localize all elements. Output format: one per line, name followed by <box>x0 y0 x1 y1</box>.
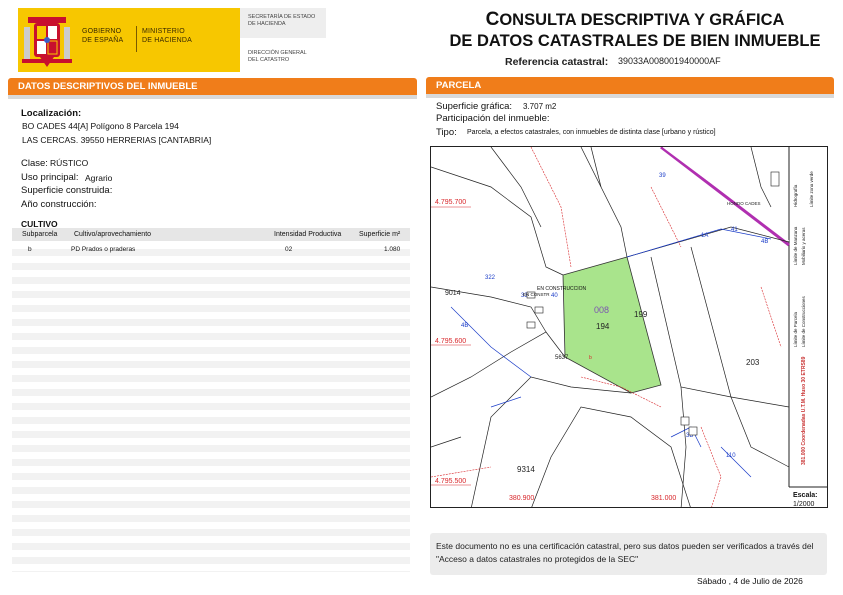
svg-text:110: 110 <box>726 453 736 459</box>
svg-text:4B: 4B <box>761 239 768 245</box>
section-underline-right <box>426 94 834 98</box>
svg-text:41: 41 <box>731 227 738 233</box>
legend-parcela: Límite de Parcela <box>793 311 798 347</box>
section-underline <box>8 95 417 99</box>
page-title: CONSULTA DESCRIPTIVA Y GRÁFICA DE DATOS … <box>449 9 821 50</box>
clase-label: Clase: <box>21 158 48 169</box>
legend-mobiliario: Mobiliario y aceras <box>801 227 806 265</box>
label-203: 203 <box>746 358 760 367</box>
label-9014: 9014 <box>445 290 461 297</box>
cultivo-table-header <box>12 228 410 241</box>
coord-y2: 4.795.600 <box>435 338 466 345</box>
descriptive-section-header: DATOS DESCRIPTIVOS DEL INMUEBLE <box>8 78 417 95</box>
coord-y1: 4.795.700 <box>435 199 466 206</box>
svg-text:4B: 4B <box>461 323 468 329</box>
legend-manzana: Límite de Manzana <box>793 226 798 265</box>
svg-text:39: 39 <box>659 173 666 179</box>
parcela-section-header: PARCELA <box>426 77 834 94</box>
refcat-value: 39033A008001940000AF <box>618 56 721 66</box>
legend-hidrografia: Hidrografía <box>793 184 798 207</box>
parcel-id: 194 <box>596 322 610 331</box>
uso-label: Uso principal: <box>21 172 79 183</box>
svg-text:1A: 1A <box>701 233 708 239</box>
label-199: 199 <box>634 310 648 319</box>
legend-zona-verde: Límite zona verde <box>809 171 814 207</box>
logo-divider <box>136 26 137 52</box>
label-sub: 5637 <box>555 355 569 361</box>
coat-of-arms-icon <box>22 17 72 67</box>
col-intensidad: Intensidad Productiva <box>274 231 342 238</box>
row-superficie: 1.080 <box>384 246 401 253</box>
direccion-general-label: DIRECCIÓN GENERAL DEL CATASTRO <box>248 50 307 63</box>
en-constr-label: EN CONSTR <box>523 292 550 297</box>
row-cultivo: PD Prados o praderas <box>71 246 136 253</box>
subparcel-b: b <box>589 355 592 361</box>
row-intensidad: 02 <box>285 246 293 253</box>
localizacion-label: Localización: <box>21 108 82 119</box>
superficie-grafica-label: Superficie gráfica: <box>436 101 513 112</box>
secretaria-label: SECRETARÍA DE ESTADO DE HACIENDA <box>248 14 316 27</box>
clase-value: RÚSTICO <box>50 158 89 168</box>
col-superficie: Superficie m² <box>359 231 401 238</box>
cultivo-table-body <box>12 242 410 572</box>
col-subparcela: Subparcela <box>22 231 58 238</box>
scale-label: Escala: <box>793 492 818 499</box>
document-date: Sábado , 4 de Julio de 2026 <box>697 576 803 586</box>
gobierno-label: GOBIERNO DE ESPAÑA <box>82 28 124 44</box>
uso-value: Agrario <box>85 173 113 183</box>
coord-y3: 4.795.500 <box>435 478 466 485</box>
disclaimer-text: Este documento no es una certificación c… <box>436 541 814 564</box>
svg-text:40: 40 <box>551 293 558 299</box>
row-subparcela: b <box>28 246 32 253</box>
coord-x1: 380.900 <box>509 495 534 502</box>
parcel-number: 008 <box>594 305 609 315</box>
localizacion-line1: BO CADES 44[A] Polígono 8 Parcela 194 <box>22 121 179 131</box>
scale-value: 1/2000 <box>793 501 815 508</box>
col-cultivo: Cultivo/aprovechamiento <box>74 231 152 238</box>
refcat-label: Referencia catastral: <box>505 56 609 68</box>
superficie-grafica-value: 3.707 m2 <box>523 102 557 111</box>
coord-x2: 381.000 <box>651 495 676 502</box>
participacion-label: Participación del inmueble: <box>436 113 550 124</box>
label-hondo: HONDO CADES <box>727 201 761 206</box>
legend-coords: 381.000 Coordenadas U.T.M. Huso 30 ETRS8… <box>801 356 807 465</box>
anio-construccion-label: Año construcción: <box>21 199 97 210</box>
cadastral-map[interactable]: Límite de Manzana Límite de Parcela Lími… <box>430 146 828 508</box>
ministerio-label: MINISTERIO DE HACIENDA <box>142 28 193 44</box>
label-9314: 9314 <box>517 465 535 474</box>
legend-construcciones: Límite de Construcciones <box>801 295 806 347</box>
tipo-label: Tipo: <box>436 127 457 138</box>
tipo-value: Parcela, a efectos catastrales, con inmu… <box>467 129 716 136</box>
map-drawing: Límite de Manzana Límite de Parcela Lími… <box>431 147 827 508</box>
svg-text:322: 322 <box>485 275 496 281</box>
superficie-construida-label: Superficie construida: <box>21 185 113 196</box>
localizacion-line2: LAS CERCAS. 39550 HERRERIAS [CANTABRIA] <box>22 135 212 145</box>
